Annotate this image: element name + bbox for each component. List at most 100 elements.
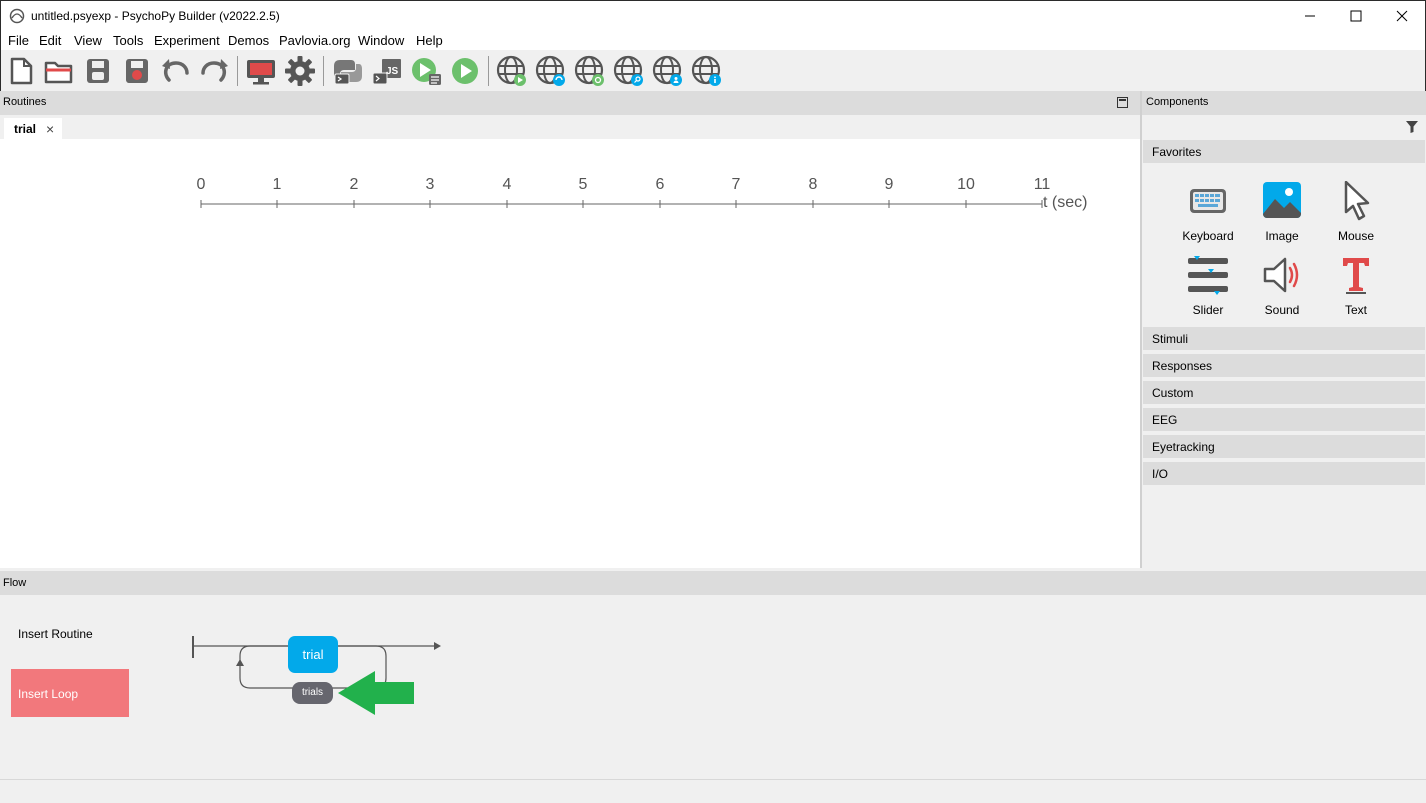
pavlovia-run-icon[interactable] [495, 54, 529, 88]
slider-icon [1188, 256, 1228, 295]
routine-timeline-canvas[interactable]: 0 1 2 3 4 5 6 7 8 9 10 11 t (sec) [0, 139, 1140, 568]
routines-header-label: Routines [3, 96, 47, 108]
close-icon [1396, 10, 1408, 22]
mouse-cursor-icon [1344, 181, 1370, 221]
category-label: Custom [1152, 386, 1194, 400]
timeline-tick-label: 6 [655, 176, 665, 193]
category-eeg[interactable]: EEG [1143, 408, 1425, 431]
window-title: untitled.psyexp - PsychoPy Builder (v202… [31, 9, 280, 23]
category-responses[interactable]: Responses [1143, 354, 1425, 377]
component-label: Keyboard [1182, 229, 1234, 243]
component-label: Image [1265, 229, 1299, 243]
pavlovia-refresh-icon[interactable] [573, 54, 607, 88]
pavlovia-info-icon[interactable] [690, 54, 724, 88]
pavlovia-search-icon[interactable] [612, 54, 646, 88]
components-filter-bar [1142, 115, 1426, 139]
toolbar-separator [237, 56, 238, 86]
runner-icon[interactable] [409, 54, 443, 88]
timeline-tick-label: 7 [731, 176, 741, 193]
category-favorites[interactable]: Favorites [1143, 140, 1425, 163]
text-icon [1343, 258, 1369, 294]
flow-routine-label: trial [302, 647, 324, 662]
menu-experiment[interactable]: Experiment [154, 33, 220, 48]
toolbar-separator [488, 56, 489, 86]
save-icon[interactable] [81, 54, 115, 88]
category-io[interactable]: I/O [1143, 462, 1425, 485]
category-label: Favorites [1152, 145, 1202, 159]
timeline-tick-label: 11 [1033, 176, 1051, 193]
title-bar: untitled.psyexp - PsychoPy Builder (v202… [0, 0, 1426, 31]
category-eyetracking[interactable]: Eyetracking [1143, 435, 1425, 458]
category-label: Eyetracking [1152, 440, 1215, 454]
menu-demos[interactable]: Demos [228, 33, 269, 48]
menu-view[interactable]: View [74, 33, 102, 48]
menu-help[interactable]: Help [416, 33, 443, 48]
timeline-tick-label: 9 [884, 176, 894, 193]
status-bar [0, 779, 1426, 803]
psychopy-app-icon [9, 8, 25, 24]
timeline-tick-label: 4 [502, 176, 512, 193]
toolbar-separator [323, 56, 324, 86]
flow-routine-trial[interactable]: trial [288, 636, 338, 673]
save-as-icon[interactable] [120, 54, 154, 88]
flow-loop-label: trials [301, 687, 324, 698]
menu-edit[interactable]: Edit [39, 33, 61, 48]
tab-trial-label: trial [14, 122, 37, 136]
routines-panel-header: Routines [0, 91, 1140, 115]
component-keyboard[interactable]: Keyboard [1173, 181, 1243, 247]
menu-pavlovia[interactable]: Pavlovia.org [279, 33, 351, 48]
component-slider[interactable]: Slider [1173, 255, 1243, 321]
flow-panel-header: Flow [0, 571, 1426, 595]
category-label: EEG [1152, 413, 1178, 427]
open-folder-icon[interactable] [42, 54, 76, 88]
timeline-tick-label: 0 [196, 176, 206, 193]
sound-icon [1263, 257, 1299, 293]
compile-python-icon[interactable] [331, 54, 365, 88]
component-image[interactable]: Image [1247, 181, 1317, 247]
timeline-tick-label: 10 [957, 176, 975, 193]
svg-text:JS: JS [386, 66, 399, 77]
menu-file[interactable]: File [8, 33, 29, 48]
panel-minimize-icon[interactable] [1117, 97, 1128, 108]
flow-end-arrow [434, 642, 441, 650]
component-label: Sound [1264, 303, 1300, 317]
undo-icon[interactable] [159, 54, 193, 88]
category-stimuli[interactable]: Stimuli [1143, 327, 1425, 350]
routine-tab-bar: trial × [0, 115, 1140, 139]
component-sound[interactable]: Sound [1247, 255, 1317, 321]
tab-close-icon[interactable]: × [46, 121, 54, 137]
minimize-icon [1305, 15, 1315, 17]
menu-tools[interactable]: Tools [113, 33, 143, 48]
loop-arrow [236, 659, 244, 666]
component-mouse[interactable]: Mouse [1321, 181, 1391, 247]
new-file-icon[interactable] [4, 54, 38, 88]
category-label: Responses [1152, 359, 1213, 373]
timeline-tick-label: 3 [425, 176, 435, 193]
component-label: Slider [1192, 303, 1224, 317]
redo-icon[interactable] [197, 54, 231, 88]
pavlovia-user-icon[interactable] [651, 54, 685, 88]
timeline-unit-label: t (sec) [1043, 194, 1088, 211]
tab-trial[interactable]: trial × [4, 118, 62, 139]
filter-icon[interactable] [1406, 121, 1418, 133]
pavlovia-sync-icon[interactable] [534, 54, 568, 88]
timeline-axis [200, 200, 1043, 208]
experiment-settings-icon[interactable] [283, 54, 317, 88]
flow-header-label: Flow [3, 577, 27, 589]
maximize-button[interactable] [1333, 1, 1379, 31]
image-icon [1263, 182, 1301, 218]
monitor-center-icon[interactable] [244, 54, 278, 88]
flow-loop-trials[interactable]: trials [292, 682, 333, 704]
component-label: Mouse [1337, 229, 1375, 243]
minimize-button[interactable] [1287, 1, 1333, 31]
close-button[interactable] [1379, 1, 1425, 31]
menu-window[interactable]: Window [358, 33, 404, 48]
components-panel-header: Components [1142, 91, 1426, 115]
component-text[interactable]: Text [1321, 255, 1391, 321]
category-custom[interactable]: Custom [1143, 381, 1425, 404]
category-label: Stimuli [1152, 332, 1189, 346]
annotation-arrow [338, 671, 414, 715]
compile-js-icon[interactable]: JS [370, 54, 404, 88]
run-icon[interactable] [448, 54, 482, 88]
components-panel: Favorites Keyboard Image Mouse Slider So… [1142, 139, 1426, 568]
